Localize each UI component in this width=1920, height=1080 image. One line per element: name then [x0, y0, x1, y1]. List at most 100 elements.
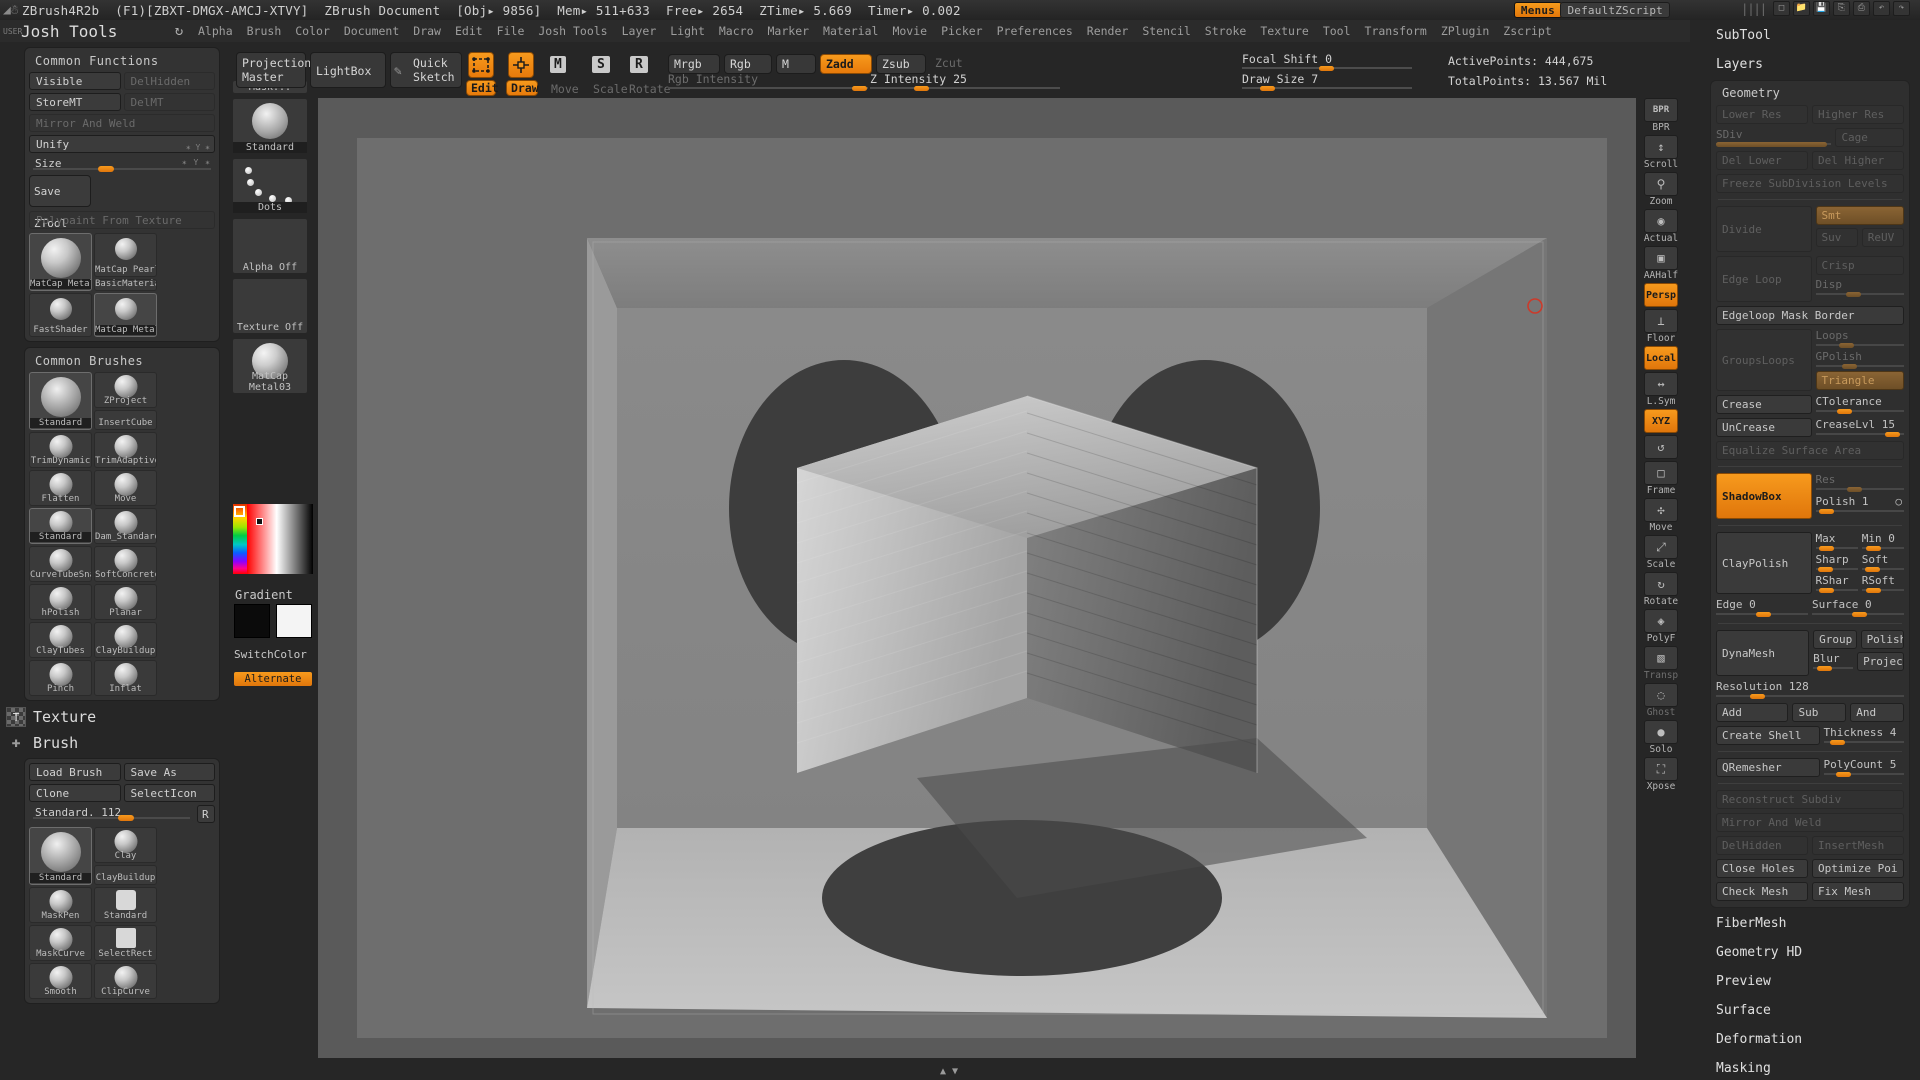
load-brush-button[interactable]: Load Brush: [29, 763, 121, 781]
z-intensity-knob[interactable]: [914, 86, 929, 91]
rail-rotate-snap[interactable]: ↺: [1640, 435, 1682, 459]
save-document-icon[interactable]: 💾: [1813, 1, 1830, 16]
creaselvl-knob[interactable]: [1885, 432, 1900, 437]
quick-sketch-button[interactable]: ✎ Quick Sketch: [390, 52, 462, 88]
lightbox-button[interactable]: LightBox: [310, 52, 386, 88]
polypaint-from-texture-button[interactable]: Polypaint From Texture: [29, 211, 215, 229]
brush-r-button[interactable]: R: [197, 805, 215, 823]
brush-hpolish[interactable]: hPolish: [29, 584, 92, 620]
qremesher-button[interactable]: QRemesher: [1716, 758, 1820, 777]
claypolish-button[interactable]: ClayPolish: [1716, 532, 1812, 594]
shelf-texture[interactable]: Texture Off: [232, 278, 308, 334]
menu-macro[interactable]: Macro: [712, 20, 761, 42]
menu-transform[interactable]: Transform: [1358, 20, 1434, 42]
cage-button[interactable]: Cage: [1835, 128, 1904, 147]
brush-current-slider[interactable]: Standard. 112: [29, 805, 194, 821]
edge-slider[interactable]: Edge 0: [1716, 598, 1808, 617]
menu-draw[interactable]: Draw: [406, 20, 448, 42]
del-higher-button[interactable]: Del Higher: [1812, 151, 1904, 170]
res-slider[interactable]: Res: [1816, 473, 1905, 492]
brush-softconcrete[interactable]: SoftConcrete: [94, 546, 157, 582]
polycount-slider[interactable]: PolyCount 5: [1824, 758, 1904, 777]
redo-icon[interactable]: ↷: [1893, 1, 1910, 16]
edge-knob[interactable]: [1756, 612, 1771, 617]
undo-icon[interactable]: ↶: [1873, 1, 1890, 16]
secondary-color-swatch[interactable]: [276, 604, 312, 638]
draw-size-knob[interactable]: [1260, 86, 1275, 91]
canvas-area[interactable]: [318, 98, 1636, 1058]
brush-standard-main[interactable]: Standard: [29, 372, 92, 430]
rgb-intensity-slider[interactable]: Rgb Intensity: [668, 72, 868, 89]
menu-document[interactable]: Document: [337, 20, 406, 42]
equalize-surface-area-button[interactable]: Equalize Surface Area: [1716, 441, 1904, 460]
sdiv-knob[interactable]: [1716, 142, 1827, 147]
brush-slider-knob[interactable]: [118, 815, 134, 821]
zadd-button[interactable]: Zadd: [820, 54, 872, 74]
default-zscript-button[interactable]: DefaultZScript: [1560, 2, 1670, 18]
brush-claybuildup[interactable]: ClayBuildup: [94, 622, 157, 658]
rail-persp[interactable]: Persp: [1640, 283, 1682, 307]
sdiv-slider[interactable]: SDiv: [1716, 128, 1831, 147]
loops-slider[interactable]: Loops: [1816, 329, 1905, 348]
resolution-knob[interactable]: [1750, 694, 1765, 699]
smt-button[interactable]: Smt: [1816, 206, 1905, 225]
rail-rotate[interactable]: ↻Rotate: [1640, 572, 1682, 607]
min-knob[interactable]: [1866, 546, 1881, 551]
m-button[interactable]: M: [776, 54, 816, 74]
mrgb-button[interactable]: Mrgb: [668, 54, 720, 74]
select-icon-button[interactable]: SelectIcon: [124, 784, 216, 802]
document-canvas[interactable]: [357, 138, 1607, 1038]
menu-render[interactable]: Render: [1080, 20, 1136, 42]
draw-label[interactable]: Draw: [506, 80, 538, 96]
crisp-button[interactable]: Crisp: [1816, 256, 1905, 275]
brush-trimdynamic[interactable]: TrimDynamic: [29, 432, 92, 468]
shelf-material[interactable]: MatCap Metal03: [232, 338, 308, 394]
polish-knob[interactable]: [1819, 509, 1834, 514]
thickness-knob[interactable]: [1830, 740, 1845, 745]
move-mode-icon[interactable]: M: [550, 56, 566, 73]
rsoft-slider[interactable]: RSoft: [1862, 574, 1904, 593]
add-button[interactable]: Add: [1716, 703, 1788, 722]
visible-button[interactable]: Visible: [29, 72, 121, 90]
copy-icon[interactable]: ⎘: [1833, 1, 1850, 16]
close-holes-button[interactable]: Close Holes: [1716, 859, 1808, 878]
ctolerance-knob[interactable]: [1837, 409, 1852, 414]
z-intensity-slider[interactable]: Z Intensity 25: [870, 72, 1060, 89]
material-matcap-metal03-b[interactable]: MatCap Metal03: [94, 293, 157, 337]
brush-pinch[interactable]: Pinch: [29, 660, 92, 696]
rgb-button[interactable]: Rgb: [724, 54, 772, 74]
edit-mode-icon[interactable]: [468, 52, 494, 78]
panel-brush-selectrect[interactable]: SelectRect: [94, 925, 157, 961]
gpolish-slider[interactable]: GPolish: [1816, 350, 1905, 369]
menu-brush[interactable]: Brush: [240, 20, 289, 42]
mirror-and-weld-button[interactable]: Mirror And Weld: [1716, 813, 1904, 832]
freeze-subdivision-button[interactable]: Freeze SubDivision Levels: [1716, 174, 1904, 193]
menu-marker[interactable]: Marker: [761, 20, 817, 42]
menu-texture[interactable]: Texture: [1253, 20, 1315, 42]
rail-local[interactable]: Local: [1640, 346, 1682, 370]
brush-claytubes[interactable]: ClayTubes: [29, 622, 92, 658]
create-shell-button[interactable]: Create Shell: [1716, 726, 1820, 745]
polycount-knob[interactable]: [1836, 772, 1851, 777]
canvas-bottom-nav[interactable]: ▲▼: [940, 1066, 964, 1077]
insertmesh-button[interactable]: InsertMesh: [1812, 836, 1904, 855]
gpolish-knob[interactable]: [1842, 364, 1857, 369]
rotate-mode-icon[interactable]: R: [630, 56, 648, 73]
lower-res-button[interactable]: Lower Res: [1716, 105, 1808, 124]
panel-brush-standard[interactable]: Standard: [29, 827, 92, 885]
reconstruct-subdiv-button[interactable]: Reconstruct Subdiv: [1716, 790, 1904, 809]
thickness-slider[interactable]: Thickness 4: [1824, 726, 1904, 745]
rail-scale[interactable]: ⤢Scale: [1640, 535, 1682, 570]
refresh-icon[interactable]: ↻: [167, 23, 191, 39]
loops-knob[interactable]: [1839, 343, 1854, 348]
scale-mode-icon[interactable]: S: [592, 56, 610, 73]
brush-zproject[interactable]: ZProject: [94, 372, 157, 408]
shelf-alpha[interactable]: Alpha Off: [232, 218, 308, 274]
delhidden-button[interactable]: DelHidden: [1716, 836, 1808, 855]
panel-brush-clipcurve[interactable]: ClipCurve: [94, 963, 157, 999]
section-layers[interactable]: Layers: [1690, 49, 1920, 78]
panel-brush-clay[interactable]: Clay: [94, 827, 157, 863]
material-basicmaterial[interactable]: BasicMaterial: [94, 279, 157, 291]
delhidden-button[interactable]: DelHidden: [124, 72, 216, 90]
save-as-button[interactable]: Save As: [124, 763, 216, 781]
